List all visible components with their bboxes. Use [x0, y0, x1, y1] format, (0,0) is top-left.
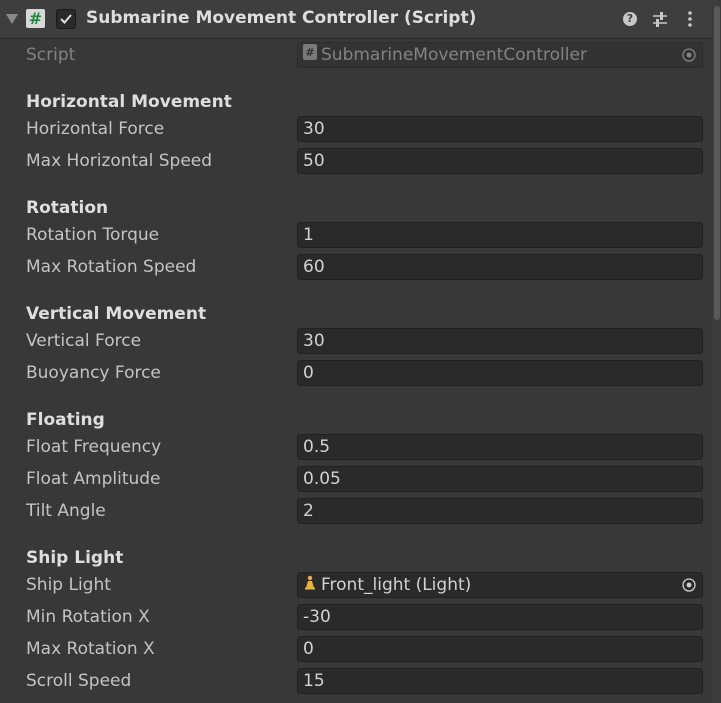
ship-light-value: Front_light (Light)	[321, 575, 472, 595]
max-rotation-speed-label: Max Rotation Speed	[26, 257, 197, 277]
component-enabled-checkbox[interactable]	[56, 9, 76, 29]
object-picker-icon	[682, 48, 696, 62]
script-hash-icon: #	[26, 9, 45, 28]
buoyancy-force-input[interactable]: 0	[297, 360, 703, 386]
min-rotation-x-label: Min Rotation X	[26, 607, 150, 627]
checkbox-check-icon	[60, 14, 72, 24]
component-title: Submarine Movement Controller (Script)	[86, 8, 477, 28]
object-picker-icon[interactable]	[682, 578, 696, 592]
section-rotation: Rotation	[26, 198, 109, 218]
float-amplitude-input[interactable]: 0.05	[297, 466, 703, 492]
float-frequency-label: Float Frequency	[26, 437, 162, 457]
component-header: # Submarine Movement Controller (Script)…	[0, 0, 712, 39]
rotation-torque-input[interactable]: 1	[297, 222, 703, 248]
scroll-speed-input[interactable]: 15	[297, 668, 703, 694]
section-vertical-movement: Vertical Movement	[26, 304, 207, 324]
min-rotation-x-input[interactable]: -30	[297, 604, 703, 630]
script-field: # SubmarineMovementController	[297, 42, 703, 68]
vertical-force-input[interactable]: 30	[297, 328, 703, 354]
scroll-speed-label: Scroll Speed	[26, 671, 132, 691]
foldout-arrow-icon[interactable]	[6, 14, 18, 24]
max-rotation-x-label: Max Rotation X	[26, 639, 155, 659]
section-horizontal-movement: Horizontal Movement	[26, 92, 232, 112]
script-field-value: SubmarineMovementController	[321, 45, 587, 65]
vertical-force-label: Vertical Force	[26, 331, 142, 351]
script-file-icon: #	[303, 43, 317, 67]
horizontal-force-input[interactable]: 30	[297, 116, 703, 142]
svg-text:#: #	[305, 46, 314, 59]
buoyancy-force-label: Buoyancy Force	[26, 363, 161, 383]
rotation-torque-label: Rotation Torque	[26, 225, 160, 245]
section-ship-light: Ship Light	[26, 548, 124, 568]
float-amplitude-label: Float Amplitude	[26, 469, 161, 489]
kebab-menu-icon[interactable]	[681, 8, 699, 30]
ship-light-object-field[interactable]: Front_light (Light)	[297, 572, 703, 598]
section-floating: Floating	[26, 410, 105, 430]
help-icon[interactable]: ?	[621, 8, 639, 30]
tilt-angle-input[interactable]: 2	[297, 498, 703, 524]
float-frequency-input[interactable]: 0.5	[297, 434, 703, 460]
ship-light-label: Ship Light	[26, 575, 111, 595]
horizontal-force-label: Horizontal Force	[26, 119, 165, 139]
max-horizontal-speed-input[interactable]: 50	[297, 148, 703, 174]
scrollbar-thumb[interactable]	[714, 6, 720, 320]
light-bulb-icon	[303, 573, 317, 597]
presets-icon[interactable]	[651, 8, 669, 30]
max-horizontal-speed-label: Max Horizontal Speed	[26, 151, 213, 171]
max-rotation-speed-input[interactable]: 60	[297, 254, 703, 280]
script-label: Script	[26, 45, 76, 65]
max-rotation-x-input[interactable]: 0	[297, 636, 703, 662]
tilt-angle-label: Tilt Angle	[26, 501, 106, 521]
